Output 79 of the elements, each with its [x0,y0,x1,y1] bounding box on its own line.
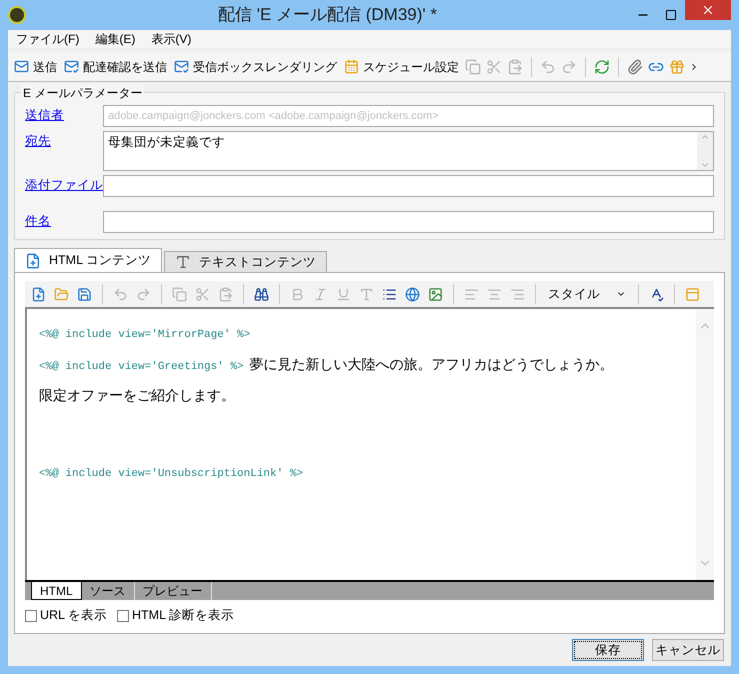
recipient-field[interactable]: 母集団が未定義です [103,131,714,171]
copy-icon [172,286,187,302]
field-link[interactable]: 宛先 [25,131,103,151]
refresh-button[interactable] [593,58,611,76]
menu-item[interactable]: ファイル(F) [16,30,80,48]
html-file-icon [25,252,41,268]
clipboard-icon [218,286,233,302]
template-code: <%@ include view='Greetings' %> [39,360,244,374]
italic-icon [313,286,328,302]
scissors-icon [486,58,502,74]
template-code: <%@ include view='UnsubscriptionLink' %> [39,467,304,482]
dialog-button[interactable]: 保存 [572,639,644,661]
checkbox-label: HTML 診断を表示 [132,607,234,624]
mail-check-icon [174,59,189,74]
view-tab[interactable]: HTML [31,582,82,600]
folder-icon [54,286,69,302]
text-format-icon [359,286,374,302]
toolbar-button[interactable]: 配達確認を送信 [62,58,169,76]
calendar-icon [344,59,359,74]
dialog-button[interactable]: キャンセル [652,639,724,661]
list-icon [382,286,397,302]
template-code: <%@ include view='MirrorPage' %> [39,328,252,343]
field-link[interactable]: 送信者 [25,105,103,125]
bold-icon [290,286,305,302]
body-text: 夢に見た新しい大陸への旅。アフリカはどうでしょうか。 [250,354,614,374]
view-tab[interactable]: ソース [82,582,135,600]
field-link[interactable]: 添付ファイル [25,175,103,195]
redo-icon [561,58,577,74]
group-title: E メールパラメーター [21,84,144,102]
input-field[interactable] [103,175,714,197]
new-file-icon [31,286,46,302]
scissors-icon [195,286,210,302]
close-icon [701,3,715,17]
menu-item[interactable]: 編集(E) [95,30,136,48]
input-field[interactable] [103,211,714,233]
toolbar-button[interactable]: 受信ボックスレンダリング [172,58,339,76]
close-button[interactable] [685,0,731,20]
paperclip-icon [627,58,643,74]
body-text: 限定オファーをご紹介します。 [39,386,236,405]
window-title: 配信 'E メール配信 (DM39)' * [216,4,438,26]
style-dropdown[interactable]: スタイル [544,284,630,304]
maximize-icon [665,9,677,21]
redo-icon [136,286,151,302]
image-icon [428,286,443,302]
spellcheck-icon [649,286,664,302]
content-tab[interactable]: HTML コンテンツ [14,248,162,272]
scrollbar[interactable] [697,132,713,170]
panel-icon [685,286,700,302]
checkbox[interactable] [117,610,130,622]
globe-icon [405,286,420,302]
paperclip-button[interactable] [626,58,644,76]
mail-check-icon [64,59,79,74]
refresh-icon [594,58,610,74]
binoculars-icon [254,286,269,302]
copy-icon [465,58,481,74]
content-tab[interactable]: テキストコンテンツ [164,251,328,272]
align-right-icon [510,286,525,302]
gift-icon [669,58,685,74]
letter-icon [175,254,192,270]
undo-icon [113,286,128,302]
field-link[interactable]: 件名 [25,211,103,231]
globe-button[interactable] [403,284,422,304]
undo-icon [540,58,556,74]
view-tab[interactable]: プレビュー [134,582,212,600]
menu-item[interactable]: 表示(V) [151,30,192,48]
align-left-icon [464,286,479,302]
checkbox-label: URL を表示 [40,607,108,624]
field-value: 母集団が未定義です [107,134,226,151]
toolbar-button[interactable]: スケジュール設定 [342,58,461,76]
app-icon [8,6,26,24]
toolbar-button[interactable]: 送信 [12,58,59,76]
save-icon [77,286,92,302]
clipboard-icon [507,58,523,74]
checkbox[interactable] [25,610,37,622]
underline-icon [336,286,351,302]
mail-icon [14,59,29,74]
scrollbar[interactable] [696,309,714,580]
gift-button[interactable] [668,58,686,76]
align-center-icon [487,286,502,302]
